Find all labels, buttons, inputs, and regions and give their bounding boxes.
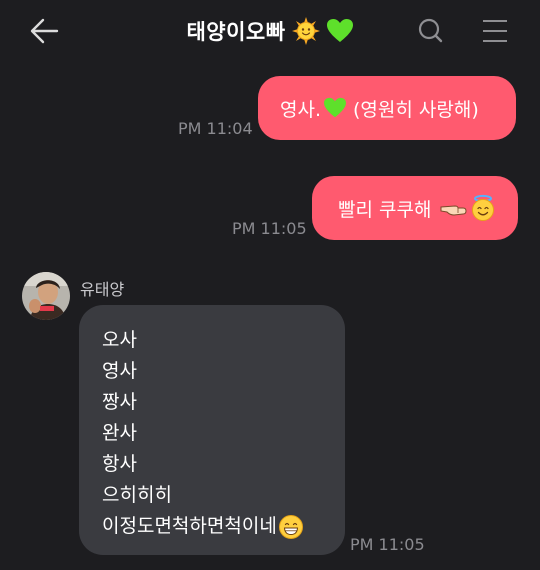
message-text-continued: (영원히 사랑해) (353, 98, 479, 121)
search-button[interactable] (414, 14, 448, 48)
message-line: 으히히히 (102, 484, 172, 506)
chat-header: 태양이오빠 (0, 0, 540, 62)
menu-button[interactable] (478, 14, 512, 48)
sun-with-face-icon (291, 17, 320, 45)
message-line: 완사 (102, 422, 137, 444)
grinning-face-icon (278, 514, 303, 539)
message-timestamp: PM 11:05 (350, 535, 425, 554)
menu-icon (483, 20, 507, 42)
message-line: 항사 (102, 453, 137, 475)
sender-avatar[interactable] (22, 272, 70, 320)
message-timestamp: PM 11:05 (232, 219, 307, 238)
green-heart-icon (326, 19, 353, 42)
incoming-message-bubble[interactable]: 오사 영사 짱사 완사 항사 으히히히 이정도면척하면척이네 (79, 305, 345, 555)
smiling-face-with-halo-icon (472, 194, 495, 221)
search-icon (418, 18, 443, 43)
message-line: 오사 (102, 329, 137, 351)
green-heart-icon (324, 97, 346, 118)
message-text: 빨리 쿠쿠해 (338, 198, 432, 221)
outgoing-message-bubble[interactable]: 빨리 쿠쿠해 (312, 176, 518, 240)
message-line: 영사 (102, 360, 137, 382)
profile-photo (22, 272, 70, 320)
message-text: 영사. (280, 98, 321, 121)
pointing-hand-icon (440, 205, 467, 216)
chat-title: 태양이오빠 (186, 20, 286, 44)
outgoing-message-bubble[interactable]: 영사. (영원히 사랑해) (258, 76, 516, 140)
message-line: 짱사 (102, 391, 137, 413)
message-timestamp: PM 11:04 (178, 119, 253, 138)
message-line-text: 이정도면척하면척이네 (102, 515, 277, 537)
message-line-last: 이정도면척하면척이네 (102, 511, 345, 542)
chat-title-group: 태양이오빠 (0, 14, 540, 48)
sender-name: 유태양 (80, 280, 125, 299)
